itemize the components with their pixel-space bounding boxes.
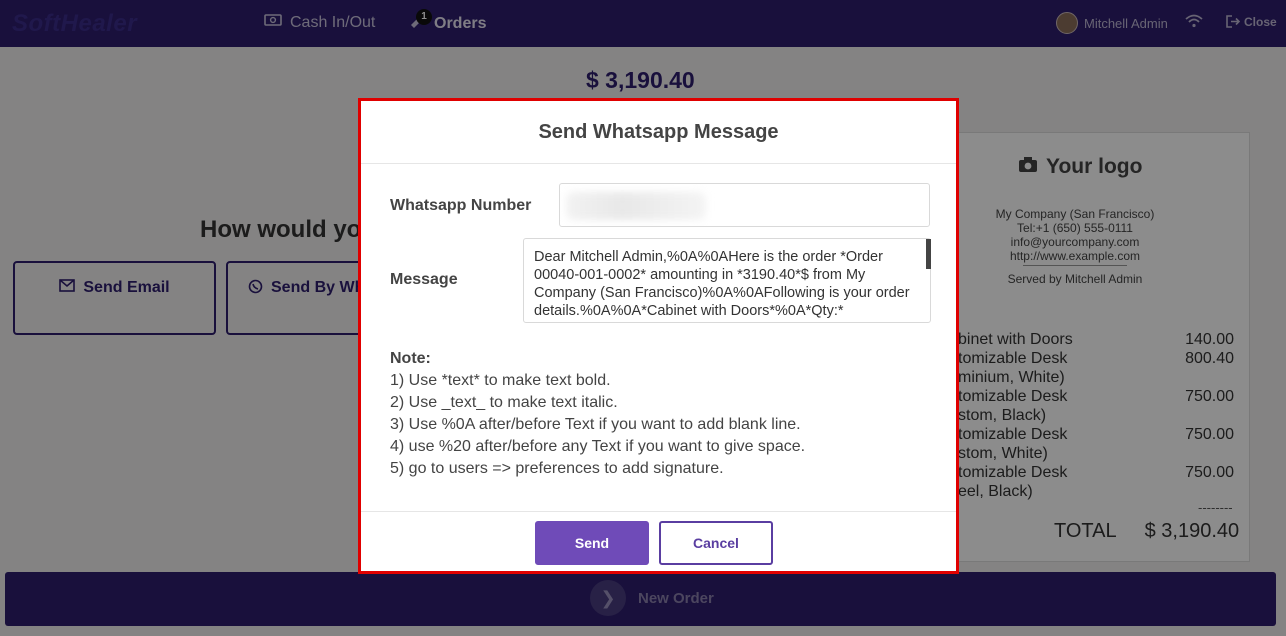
send-button[interactable]: Send: [535, 521, 649, 565]
note-title: Note:: [390, 350, 431, 367]
whatsapp-number-label: Whatsapp Number: [390, 197, 532, 214]
note-item: 5) go to users => preferences to add sig…: [390, 460, 724, 477]
note-item: 3) Use %0A after/before Text if you want…: [390, 416, 801, 433]
message-label: Message: [390, 271, 458, 288]
note-section: Note: 1) Use *text* to make text bold. 2…: [390, 348, 805, 480]
note-item: 1) Use *text* to make text bold.: [390, 372, 611, 389]
message-scrollbar[interactable]: [926, 239, 931, 269]
message-textarea[interactable]: Dear Mitchell Admin,%0A%0AHere is the or…: [523, 238, 931, 323]
whatsapp-number-input[interactable]: [559, 183, 930, 227]
modal-title: Send Whatsapp Message: [361, 101, 956, 164]
cancel-button[interactable]: Cancel: [659, 521, 773, 565]
blurred-number: [566, 192, 706, 220]
whatsapp-modal: Send Whatsapp Message Whatsapp Number Me…: [358, 98, 959, 574]
note-item: 4) use %20 after/before any Text if you …: [390, 438, 806, 455]
note-item: 2) Use _text_ to make text italic.: [390, 394, 618, 411]
